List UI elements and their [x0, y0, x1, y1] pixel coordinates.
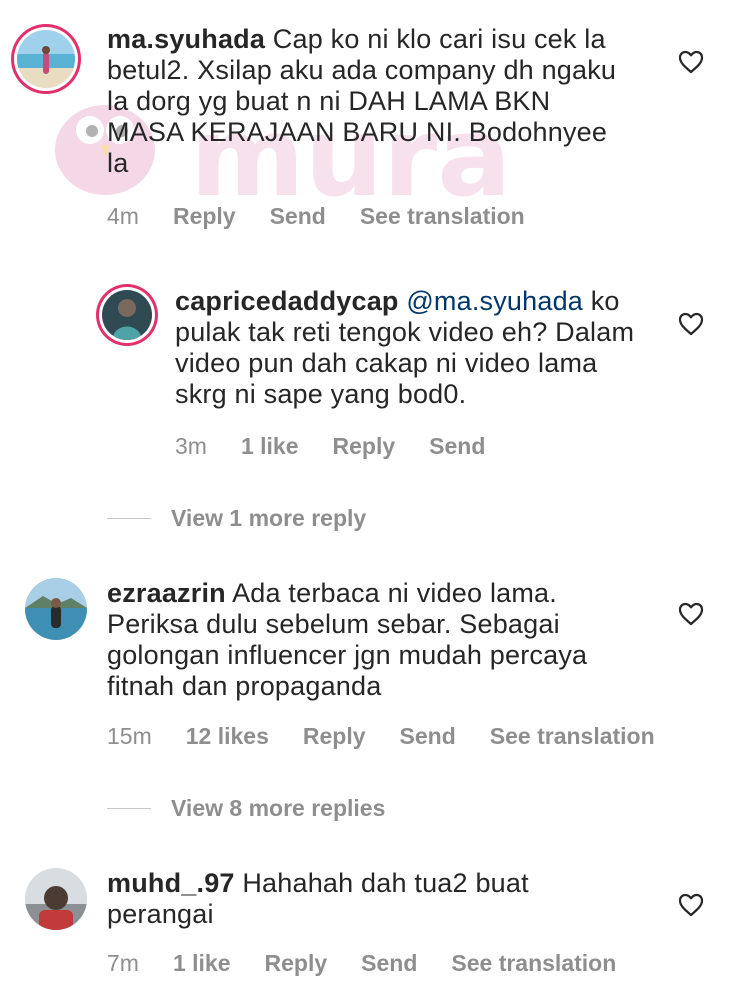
username[interactable]: ma.syuhada	[107, 24, 265, 54]
comment-text: muhd_.97 Hahahah dah tua2 buat perangai	[107, 868, 627, 930]
see-translation-button[interactable]: See translation	[490, 723, 655, 750]
like-heart-icon[interactable]	[678, 50, 704, 74]
avatar[interactable]	[17, 30, 75, 88]
reply-button[interactable]: Reply	[265, 950, 328, 977]
send-button[interactable]: Send	[400, 723, 456, 750]
reply-button[interactable]: Reply	[303, 723, 366, 750]
likes-count[interactable]: 1 like	[173, 950, 231, 977]
mention-link[interactable]: @ma.syuhada	[406, 286, 583, 316]
reply-button[interactable]: Reply	[173, 203, 236, 230]
comment-actions: 7m 1 like Reply Send See translation	[107, 950, 616, 977]
comment-actions: 3m 1 like Reply Send	[175, 433, 485, 460]
view-more-replies-button[interactable]: View 8 more replies	[107, 795, 385, 822]
timestamp: 3m	[175, 433, 207, 459]
likes-count[interactable]: 12 likes	[186, 723, 269, 750]
comment-text: ma.syuhada Cap ko ni klo cari isu cek la…	[107, 24, 627, 179]
view-more-label: View 1 more reply	[171, 505, 367, 531]
avatar[interactable]	[25, 578, 87, 640]
timestamp: 4m	[107, 203, 139, 229]
comment-actions: 4m Reply Send See translation	[107, 203, 525, 230]
divider	[107, 518, 151, 519]
likes-count[interactable]: 1 like	[241, 433, 299, 460]
divider	[107, 808, 151, 809]
send-button[interactable]: Send	[361, 950, 417, 977]
timestamp: 7m	[107, 950, 139, 976]
send-button[interactable]: Send	[270, 203, 326, 230]
view-more-replies-button[interactable]: View 1 more reply	[107, 505, 366, 532]
avatar[interactable]	[102, 290, 152, 340]
view-more-label: View 8 more replies	[171, 795, 386, 821]
username[interactable]: ezraazrin	[107, 578, 226, 608]
send-button[interactable]: Send	[429, 433, 485, 460]
comment-actions: 15m 12 likes Reply Send See translation	[107, 723, 655, 750]
reply-button[interactable]: Reply	[333, 433, 396, 460]
like-heart-icon[interactable]	[678, 312, 704, 336]
see-translation-button[interactable]: See translation	[360, 203, 525, 230]
comment-text: capricedaddycap @ma.syuhada ko pulak tak…	[175, 286, 645, 410]
avatar[interactable]	[25, 868, 87, 930]
like-heart-icon[interactable]	[678, 602, 704, 626]
comment-text: ezraazrin Ada terbaca ni video lama. Per…	[107, 578, 627, 702]
username[interactable]: muhd_.97	[107, 868, 235, 898]
username[interactable]: capricedaddycap	[175, 286, 399, 316]
timestamp: 15m	[107, 723, 152, 749]
see-translation-button[interactable]: See translation	[451, 950, 616, 977]
like-heart-icon[interactable]	[678, 893, 704, 917]
